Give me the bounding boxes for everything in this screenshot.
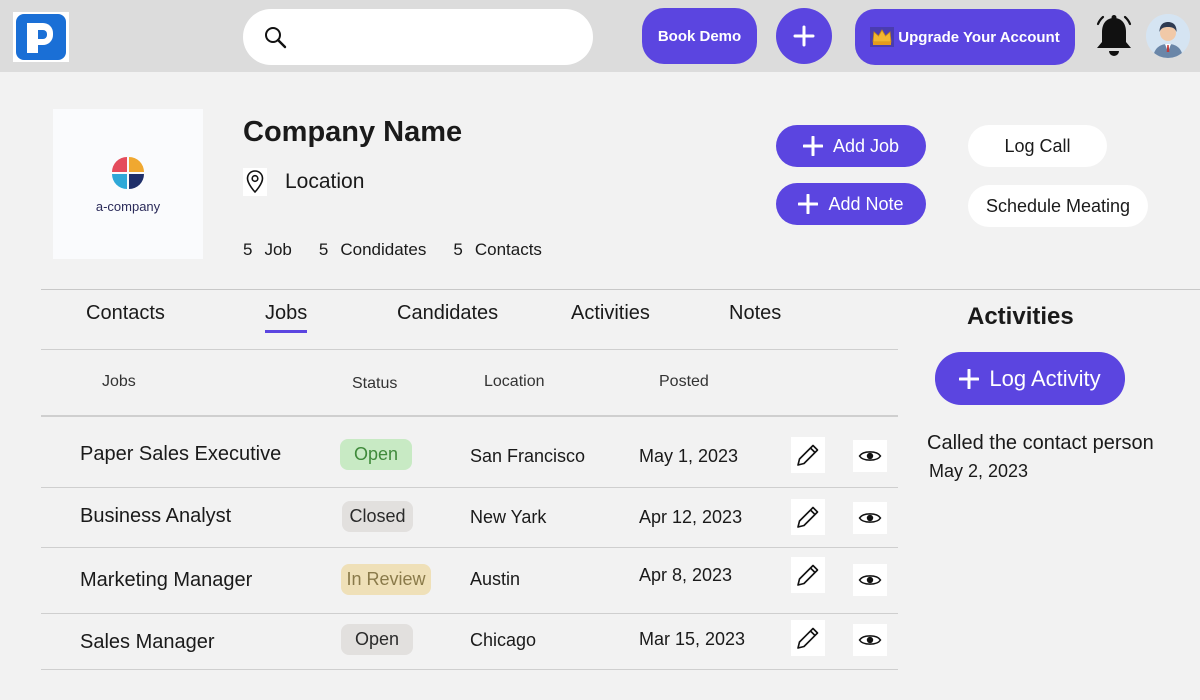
table-header-divider — [41, 415, 898, 417]
view-button[interactable] — [853, 624, 887, 656]
upgrade-account-button[interactable]: Upgrade Your Account — [855, 9, 1075, 65]
company-name: Company Name — [243, 116, 463, 148]
column-header-status: Status — [352, 375, 398, 392]
pencil-icon — [797, 506, 819, 528]
tabs-divider — [41, 349, 898, 350]
stat-candidates-count: 5 — [318, 240, 329, 259]
activities-title: Activities — [967, 303, 1074, 330]
job-location: San Francisco — [470, 446, 586, 466]
search-input[interactable] — [243, 9, 593, 65]
app-logo[interactable] — [13, 12, 69, 62]
upgrade-label: Upgrade Your Account — [898, 28, 1060, 46]
add-note-label: Add Note — [828, 193, 904, 214]
edit-button[interactable] — [791, 437, 825, 473]
location-text: Location — [285, 170, 365, 193]
add-job-button[interactable]: Add Job — [776, 125, 926, 167]
crown-icon — [870, 27, 895, 47]
job-location: Chicago — [470, 630, 537, 650]
tab-activities[interactable]: Activities — [571, 302, 650, 325]
log-activity-button[interactable]: Log Activity — [935, 352, 1125, 405]
plus-icon — [793, 25, 815, 47]
company-logo-mark — [112, 156, 144, 189]
add-job-label: Add Job — [832, 135, 900, 156]
pencil-icon — [797, 564, 819, 586]
edit-button[interactable] — [791, 499, 825, 535]
plus-icon — [959, 368, 980, 389]
log-call-button[interactable]: Log Call — [968, 125, 1107, 167]
activity-text: Called the contact person — [927, 432, 1154, 454]
top-bar: Book Demo Upgrade Your Account — [0, 0, 1200, 72]
edit-button[interactable] — [791, 620, 825, 656]
pencil-icon — [797, 444, 819, 466]
section-divider — [41, 289, 1200, 290]
view-button[interactable] — [853, 440, 887, 472]
job-posted-date: Mar 15, 2023 — [639, 629, 746, 649]
stat-contacts-label: Contacts — [474, 240, 542, 259]
tab-candidates[interactable]: Candidates — [397, 302, 498, 325]
eye-icon — [858, 575, 882, 585]
schedule-meeting-button[interactable]: Schedule Meating — [968, 185, 1148, 227]
company-logo-text: a-company — [95, 198, 161, 214]
plus-icon — [802, 136, 823, 156]
status-badge: Open — [340, 439, 412, 470]
tab-contacts[interactable]: Contacts — [86, 302, 165, 325]
row-divider — [41, 669, 898, 670]
log-activity-label: Log Activity — [989, 365, 1101, 391]
tab-notes[interactable]: Notes — [729, 302, 781, 325]
user-avatar[interactable] — [1146, 14, 1190, 58]
company-location: Location — [243, 168, 364, 196]
column-header-posted: Posted — [659, 373, 709, 390]
plus-icon — [798, 194, 819, 214]
job-title[interactable]: Marketing Manager — [80, 569, 252, 592]
row-divider — [41, 487, 898, 488]
search-icon — [265, 27, 287, 49]
job-posted-date: May 1, 2023 — [639, 446, 739, 466]
location-pin-icon — [243, 168, 267, 196]
row-divider — [41, 547, 898, 548]
edit-button[interactable] — [791, 557, 825, 593]
status-badge: In Review — [341, 564, 431, 595]
create-button[interactable] — [776, 8, 832, 64]
stat-contacts-count: 5 — [453, 240, 463, 259]
eye-icon — [858, 451, 882, 461]
eye-icon — [858, 635, 882, 645]
stat-jobs-label: Job — [264, 240, 292, 259]
eye-icon — [858, 513, 882, 523]
book-demo-button[interactable]: Book Demo — [642, 8, 757, 64]
job-title[interactable]: Business Analyst — [80, 505, 231, 528]
activity-date: May 2, 2023 — [929, 461, 1029, 481]
job-posted-date: Apr 12, 2023 — [639, 507, 743, 527]
column-header-location: Location — [484, 373, 545, 390]
logo-icon — [16, 14, 66, 60]
row-divider — [41, 613, 898, 614]
bell-icon[interactable] — [1094, 14, 1134, 58]
company-stats: 5 Job 5 Condidates 5 Contacts — [243, 240, 569, 260]
job-title[interactable]: Paper Sales Executive — [80, 443, 281, 466]
job-posted-date: Apr 8, 2023 — [639, 565, 733, 585]
stat-jobs-count: 5 — [243, 240, 253, 259]
column-header-jobs: Jobs — [102, 373, 136, 390]
add-note-button[interactable]: Add Note — [776, 183, 926, 225]
status-badge: Closed — [342, 501, 413, 532]
stat-candidates-label: Condidates — [340, 240, 427, 259]
job-location: Austin — [470, 569, 521, 589]
pencil-icon — [797, 627, 819, 649]
avatar-icon — [1146, 14, 1190, 58]
job-location: New Yark — [470, 507, 547, 527]
view-button[interactable] — [853, 502, 887, 534]
view-button[interactable] — [853, 564, 887, 596]
tab-jobs[interactable]: Jobs — [265, 302, 308, 333]
job-title[interactable]: Sales Manager — [80, 631, 215, 654]
company-logo: a-company — [53, 109, 203, 259]
status-badge: Open — [341, 624, 413, 655]
